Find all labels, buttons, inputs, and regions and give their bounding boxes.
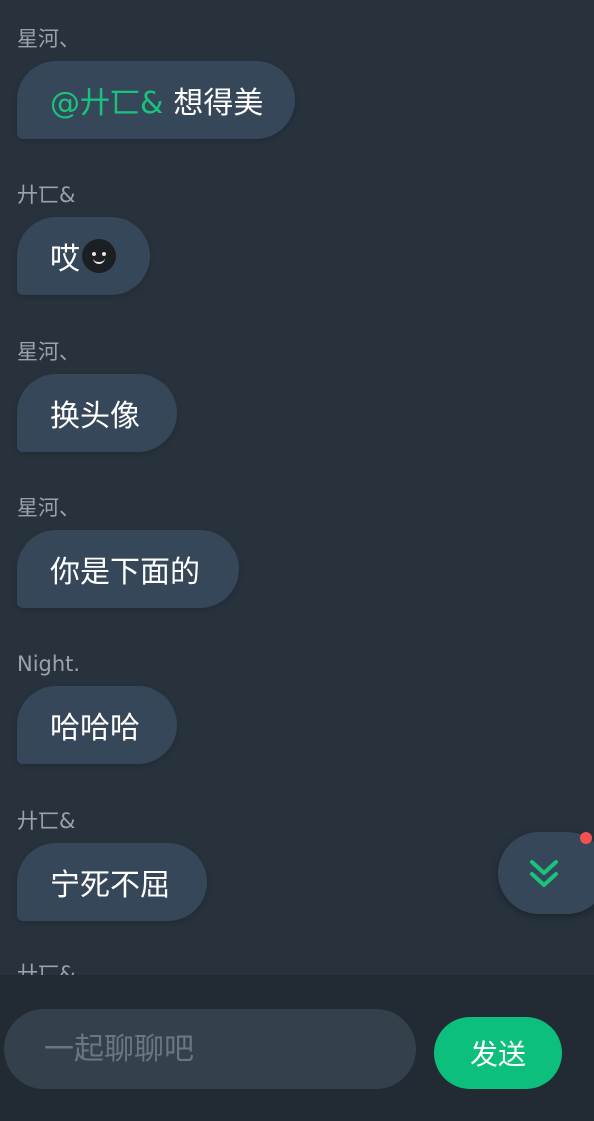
send-button[interactable]: 发送 (434, 1017, 562, 1089)
scroll-to-bottom-button[interactable] (498, 832, 594, 914)
message-sender: 星河、 (17, 496, 80, 520)
message-item: 廾匸& (17, 961, 75, 975)
message-item: 廾匸& 哎 (17, 182, 150, 295)
message-text: 宁死不屈 (50, 868, 170, 903)
new-message-badge (580, 832, 592, 844)
mention-tag[interactable]: @廾匸& (50, 78, 163, 122)
smiling-face-icon (82, 239, 116, 273)
message-text: 你是下面的 (50, 555, 200, 590)
message-sender: 星河、 (17, 27, 80, 51)
message-text: 想得美 (173, 86, 264, 121)
message-bubble[interactable]: 哈哈哈 (17, 686, 177, 764)
message-sender: 廾匸& (17, 962, 76, 975)
message-item: Night. 哈哈哈 (17, 651, 177, 764)
message-sender: Night. (17, 652, 81, 676)
message-sender: 星河、 (17, 340, 80, 364)
message-bubble[interactable]: 宁死不屈 (17, 843, 207, 921)
message-bubble[interactable]: 哎 (17, 217, 150, 295)
message-item: 廾匸& 宁死不屈 (17, 808, 207, 921)
message-sender: 廾匸& (17, 183, 76, 207)
message-item: 星河、 @廾匸& 想得美 (17, 26, 295, 139)
double-chevron-down-icon (530, 860, 558, 887)
message-item: 星河、 换头像 (17, 339, 177, 452)
message-input[interactable] (4, 1009, 416, 1089)
message-bubble[interactable]: @廾匸& 想得美 (17, 61, 295, 139)
message-text: 换头像 (50, 399, 140, 434)
chat-message-list[interactable]: 星河、 @廾匸& 想得美 廾匸& 哎 星河、 换头像 星河、 你是下面的 Nig… (0, 0, 594, 975)
message-sender: 廾匸& (17, 809, 76, 833)
message-text: 哎 (50, 242, 80, 277)
message-text: 哈哈哈 (50, 711, 140, 746)
message-bubble[interactable]: 你是下面的 (17, 530, 239, 608)
message-composer: 发送 (0, 975, 594, 1121)
message-item: 星河、 你是下面的 (17, 495, 239, 608)
message-bubble[interactable]: 换头像 (17, 374, 177, 452)
